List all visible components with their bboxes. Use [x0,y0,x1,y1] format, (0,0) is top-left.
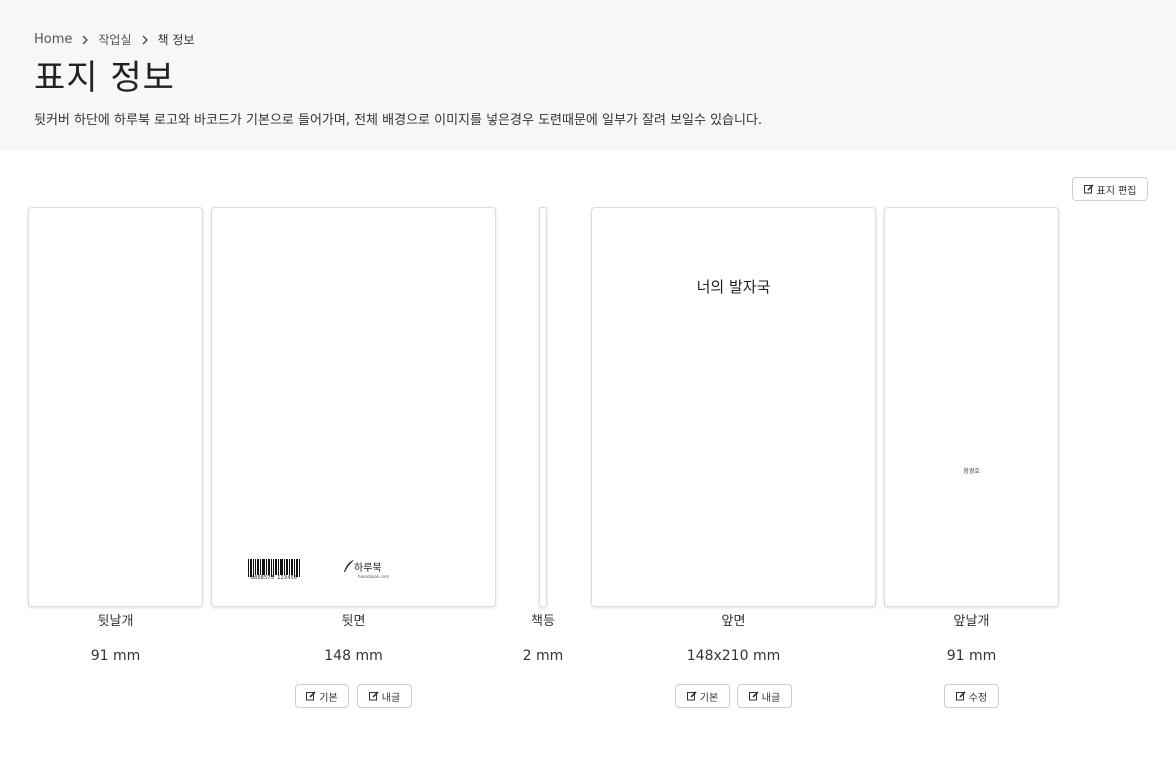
breadcrumb-home[interactable]: Home [34,32,72,47]
barcode-number: 8808573 123456 [250,575,298,581]
breadcrumb: Home 작업실 책 정보 [34,31,194,48]
back-default-button[interactable]: 기본 [295,684,349,708]
spine-panel[interactable] [539,207,547,607]
edit-icon [955,691,966,701]
edit-icon [306,691,316,701]
front-mine-button[interactable]: 내글 [737,684,792,708]
logo-text: 하루북 [354,563,382,574]
front-flap-panel[interactable]: 장경호 [884,207,1059,607]
page-description: 뒷커버 하단에 하루북 로고와 바코드가 기본으로 들어가며, 전체 배경으로 … [34,113,763,128]
logo-url: haroobook.com [358,574,390,579]
front-cover-title: 너의 발자국 [696,278,771,296]
spine-size: 2 mm [522,648,564,664]
front-flap-label: 앞날개 [953,614,990,629]
back-flap-label: 뒷날개 [97,614,134,629]
front-cover-size: 148x210 mm [686,648,781,664]
back-flap-panel[interactable] [28,207,203,607]
edit-icon [368,691,379,701]
back-mine-button[interactable]: 내글 [357,684,412,708]
edit-icon [686,691,697,701]
breadcrumb-workroom[interactable]: 작업실 [98,31,131,48]
front-flap-edit-button[interactable]: 수정 [944,684,999,708]
breadcrumb-current: 책 정보 [157,33,195,47]
front-cover-panel[interactable]: 너의 발자국 [591,207,876,607]
chevron-right-icon [72,33,98,47]
edit-icon [1083,184,1094,194]
edit-icon [748,691,759,701]
front-mine-label: 내글 [761,692,781,704]
edit-cover-label: 표지 편집 [1096,185,1137,197]
back-cover-label: 뒷면 [341,614,366,629]
back-mine-label: 내글 [381,692,401,704]
front-cover-label: 앞면 [721,614,746,629]
spine-label: 책등 [531,614,555,629]
back-default-label: 기본 [319,692,338,704]
back-cover-size: 148 mm [324,648,383,664]
page-title: 표지 정보 [34,58,175,98]
page-header: Home 작업실 책 정보 표지 정보 뒷커버 하단에 하루북 로고와 바코드가… [0,0,1176,151]
back-cover-panel[interactable]: 8808573 123456 하루북 haroobook.com [211,207,496,607]
chevron-right-icon [132,33,158,47]
front-default-button[interactable]: 기본 [675,684,730,708]
front-flap-edit-label: 수정 [968,692,988,704]
front-default-label: 기본 [699,692,719,704]
front-flap-author: 장경호 [963,468,980,475]
back-flap-size: 91 mm [90,648,141,664]
edit-cover-button[interactable]: 표지 편집 [1072,177,1148,201]
front-flap-size: 91 mm [946,648,997,664]
